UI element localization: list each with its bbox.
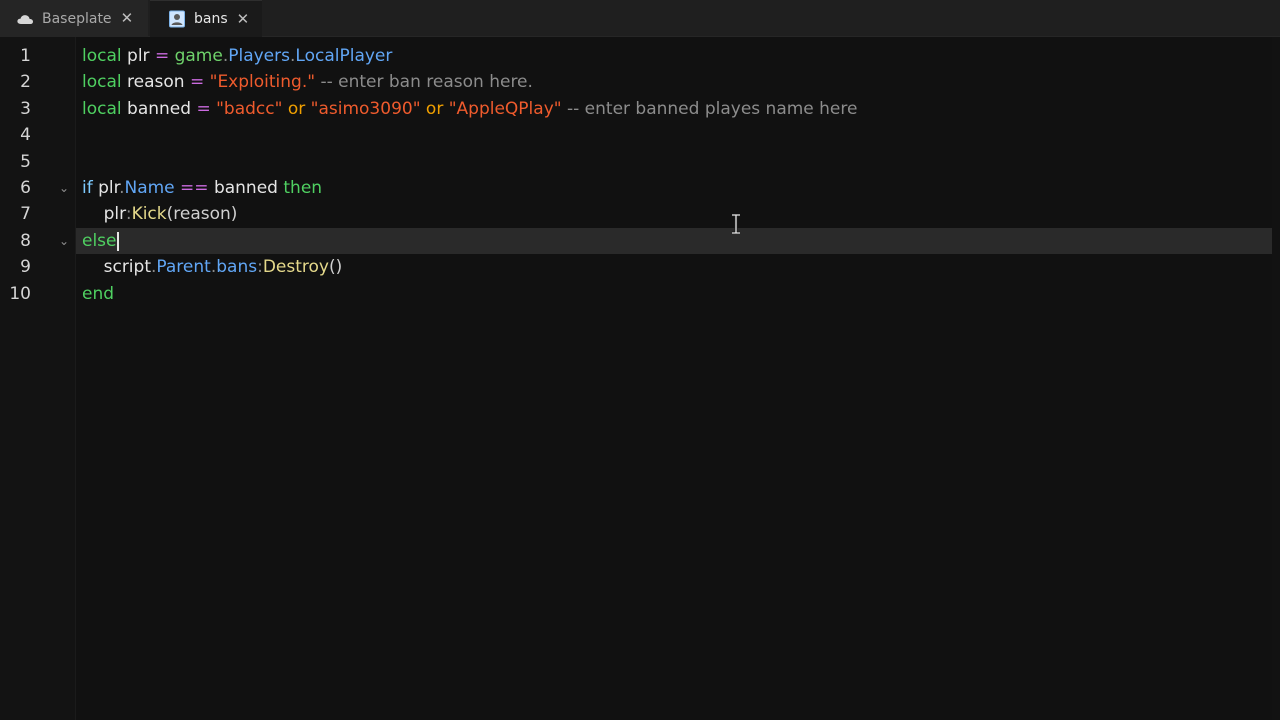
code-token: Destroy	[262, 257, 329, 278]
code-line: local banned = "badcc" or "asimo3090" or…	[82, 96, 857, 122]
line-number: 6	[20, 178, 31, 198]
code-token: plr	[92, 178, 120, 198]
code-token: (reason)	[166, 204, 238, 225]
code-token: banned	[208, 178, 278, 198]
line-number: 1	[20, 46, 31, 66]
code-token: or	[420, 98, 444, 119]
code-token: game	[169, 46, 223, 66]
code-token: plr	[121, 46, 155, 66]
script-icon	[168, 10, 188, 28]
code-token: "badcc"	[210, 98, 283, 119]
code-token: banned	[121, 98, 197, 119]
code-token: =	[196, 98, 211, 119]
line-number: 10	[9, 283, 31, 304]
code-token: reason	[121, 72, 190, 93]
code-token: -- enter ban reason here.	[315, 72, 533, 93]
code-token: end	[82, 283, 115, 304]
code-token: local	[82, 98, 122, 119]
code-token: Parent	[156, 257, 211, 278]
line-gutter: 1 2 3 4 5 6 7 8 9 10 ⌄ ⌄	[0, 37, 76, 720]
code-line: else	[82, 228, 117, 254]
fold-chevron-icon[interactable]: ⌄	[57, 175, 71, 201]
text-caret	[117, 232, 119, 251]
vertical-scrollbar[interactable]	[1272, 37, 1280, 720]
code-token: Kick	[131, 204, 167, 225]
code-token: ()	[328, 257, 343, 278]
code-token: "AppleQPlay"	[443, 98, 562, 119]
tab-baseplate[interactable]: Baseplate ✕	[0, 0, 148, 37]
code-token: =	[189, 72, 205, 93]
current-line-highlight	[76, 228, 1280, 254]
ibeam-cursor-icon	[731, 213, 741, 235]
code-token: "Exploiting."	[204, 72, 316, 93]
line-number: 4	[20, 125, 31, 146]
tab-bar: Baseplate ✕ bans ✕	[0, 0, 1280, 37]
code-token: script	[82, 257, 151, 278]
line-number: 7	[20, 204, 31, 225]
code-token: -- enter banned playes name here	[561, 98, 858, 119]
line-number: 2	[20, 72, 31, 93]
code-token: =	[154, 46, 170, 66]
code-token: "asimo3090"	[305, 98, 421, 119]
code-line: plr:Kick(reason)	[82, 201, 238, 227]
code-token: bans	[216, 257, 258, 278]
line-number: 3	[20, 98, 31, 119]
code-line: local plr = game.Players.LocalPlayer	[82, 43, 392, 69]
close-icon[interactable]: ✕	[121, 11, 134, 26]
code-token: ==	[174, 178, 209, 198]
code-token: local	[82, 72, 122, 93]
code-token: then	[277, 178, 323, 198]
code-token: Name	[124, 178, 175, 198]
tab-label: Baseplate	[42, 10, 112, 27]
tab-label: bans	[194, 11, 228, 27]
cloud-icon	[16, 10, 36, 28]
code-line: script.Parent.bans:Destroy()	[82, 254, 343, 280]
code-editor[interactable]: 1 2 3 4 5 6 7 8 9 10 ⌄ ⌄ local plr = game.Players.L…	[0, 37, 1280, 720]
code-token: else	[82, 230, 117, 251]
code-token: plr	[82, 204, 126, 225]
code-line: local reason = "Exploiting." -- enter ba…	[82, 69, 533, 95]
close-icon[interactable]: ✕	[237, 11, 250, 27]
script-editor-window: Baseplate ✕ bans ✕ 1 2 3 4 5 6 7 8 9 10 ⌄ ⌄ local p…	[0, 0, 1280, 720]
code-line: if plr.Name == banned then	[82, 175, 322, 201]
code-token: or	[282, 98, 306, 119]
code-token: if	[82, 178, 93, 198]
code-line: end	[82, 281, 114, 307]
tab-bans[interactable]: bans ✕	[150, 0, 262, 37]
line-number: 5	[20, 151, 31, 172]
code-token: local	[82, 46, 122, 66]
code-token: Players	[228, 46, 290, 66]
fold-chevron-icon[interactable]: ⌄	[57, 228, 71, 254]
code-token: LocalPlayer	[295, 46, 393, 66]
line-number: 9	[20, 257, 31, 278]
line-number: 8	[20, 230, 31, 251]
